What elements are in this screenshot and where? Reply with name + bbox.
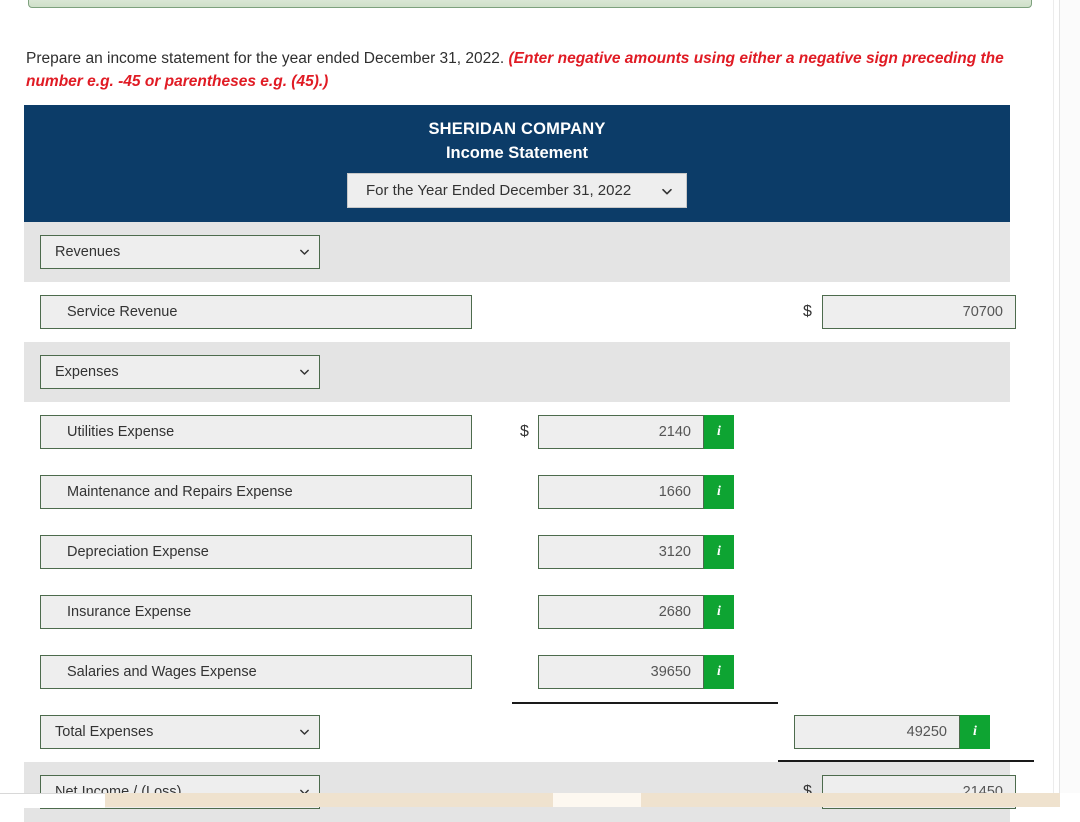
statement-title: Income Statement (445, 144, 589, 162)
service-revenue-label-field[interactable]: Service Revenue (40, 295, 472, 329)
info-icon[interactable]: i (960, 715, 990, 749)
depreciation-expense-amount-input[interactable]: 3120 (538, 535, 704, 569)
net-income-row: Net Income / (Loss) $ 21450 (24, 762, 1016, 822)
total-expenses-amount-input[interactable]: 49250 (794, 715, 960, 749)
chevron-down-icon (661, 185, 672, 196)
salaries-expense-amount-group: 39650 i (538, 655, 734, 689)
dollar-sign: $ (520, 423, 529, 440)
expenses-section-select[interactable]: Expenses (40, 355, 320, 389)
line-item-row-depreciation-expense: Depreciation Expense 3120 i (24, 522, 1010, 582)
total-expenses-row: Total Expenses 49250 i (24, 702, 1034, 762)
expenses-section-label: Expenses (55, 364, 119, 380)
info-icon[interactable]: i (704, 595, 734, 629)
info-icon[interactable]: i (704, 655, 734, 689)
line-item-row-insurance-expense: Insurance Expense 2680 i (24, 582, 1010, 642)
company-name: SHERIDAN COMPANY (428, 120, 606, 138)
salaries-expense-label-field[interactable]: Salaries and Wages Expense (40, 655, 472, 689)
strip-segment-left (105, 793, 553, 807)
section-header-row-revenues: Revenues (24, 222, 1010, 282)
utilities-expense-amount-group: 2140 i (538, 415, 734, 449)
period-select[interactable]: For the Year Ended December 31, 2022 (347, 173, 687, 208)
line-item-row-maintenance-expense: Maintenance and Repairs Expense 1660 i (24, 462, 1010, 522)
total-expenses-label: Total Expenses (55, 724, 154, 740)
service-revenue-amount-input[interactable]: 70700 (822, 295, 1016, 329)
info-icon[interactable]: i (704, 475, 734, 509)
strip-left-edge (0, 793, 105, 808)
income-statement-worksheet: SHERIDAN COMPANY Income Statement For th… (24, 105, 1034, 822)
subtotal-rule-expenses (512, 702, 778, 704)
statement-header: SHERIDAN COMPANY Income Statement For th… (24, 105, 1010, 222)
section-header-row-expenses: Expenses (24, 342, 1010, 402)
revenues-section-select[interactable]: Revenues (40, 235, 320, 269)
maintenance-expense-label-field[interactable]: Maintenance and Repairs Expense (40, 475, 472, 509)
insurance-expense-amount-group: 2680 i (538, 595, 734, 629)
total-expenses-amount-group: 49250 i (794, 715, 990, 749)
page-root: Prepare an income statement for the year… (0, 0, 1080, 822)
salaries-expense-amount-input[interactable]: 39650 (538, 655, 704, 689)
strip-segment-center (553, 793, 641, 807)
service-revenue-amount-group: 70700 (822, 295, 1016, 329)
chevron-down-icon (299, 367, 310, 378)
depreciation-expense-amount-group: 3120 i (538, 535, 734, 569)
period-select-value: For the Year Ended December 31, 2022 (366, 182, 632, 199)
info-icon[interactable]: i (704, 415, 734, 449)
depreciation-expense-label-field[interactable]: Depreciation Expense (40, 535, 472, 569)
previous-section-panel (28, 0, 1032, 8)
maintenance-expense-amount-input[interactable]: 1660 (538, 475, 704, 509)
info-icon[interactable]: i (704, 535, 734, 569)
content-edge-divider (1053, 0, 1054, 807)
chevron-down-icon (299, 727, 310, 738)
page-scrollbar-track[interactable] (1059, 0, 1080, 807)
chevron-down-icon (299, 247, 310, 258)
period-select-container: For the Year Ended December 31, 2022 (24, 173, 1010, 208)
dollar-sign: $ (803, 303, 812, 320)
exercise-instructions: Prepare an income statement for the year… (26, 47, 1028, 93)
line-item-row-salaries-expense: Salaries and Wages Expense 39650 i (24, 642, 1010, 702)
line-item-row-service-revenue: Service Revenue $ 70700 (24, 282, 1016, 342)
instruction-main-text: Prepare an income statement for the year… (26, 49, 509, 67)
maintenance-expense-amount-group: 1660 i (538, 475, 734, 509)
insurance-expense-amount-input[interactable]: 2680 (538, 595, 704, 629)
bottom-overflow-strip (0, 793, 1080, 808)
utilities-expense-label-field[interactable]: Utilities Expense (40, 415, 472, 449)
revenues-section-label: Revenues (55, 244, 121, 260)
total-expenses-select[interactable]: Total Expenses (40, 715, 320, 749)
line-item-row-utilities-expense: Utilities Expense $ 2140 i (24, 402, 1010, 462)
strip-segment-right (641, 793, 1060, 807)
insurance-expense-label-field[interactable]: Insurance Expense (40, 595, 472, 629)
utilities-expense-amount-input[interactable]: 2140 (538, 415, 704, 449)
